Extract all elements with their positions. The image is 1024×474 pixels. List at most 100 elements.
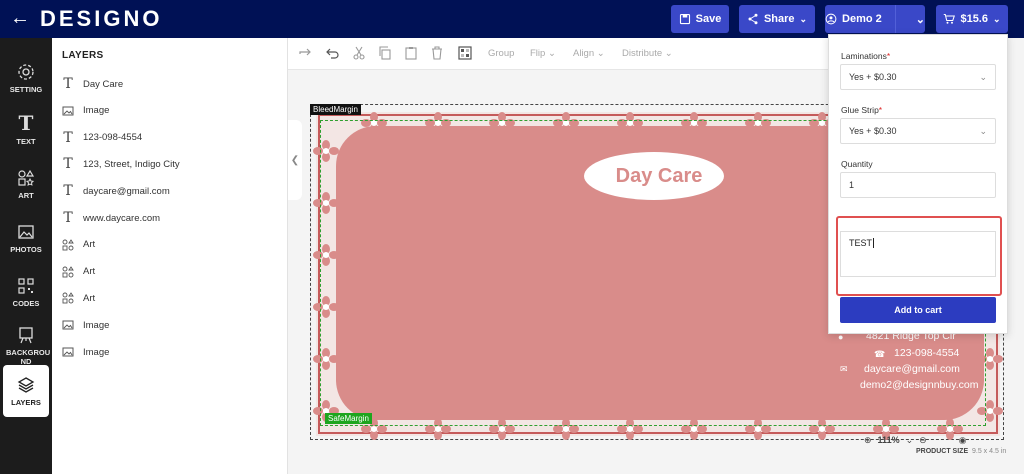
image-icon — [62, 319, 74, 331]
text-cursor — [873, 238, 875, 248]
glue-strip-select[interactable]: Yes + $0.30 ⌄ — [840, 118, 996, 144]
layer-item[interactable]: T 123, Street, Indigo City — [62, 155, 179, 173]
layer-label: Image — [83, 346, 110, 358]
layers-panel: LAYERS T Day Care Image T 123-098-4554 T 123, … — [52, 38, 288, 474]
laminations-select[interactable]: Yes + $0.30 ⌄ — [840, 64, 996, 90]
layer-label: Image — [83, 319, 110, 331]
glue-strip-label-text: Glue Strip — [841, 105, 879, 115]
daycare-logo[interactable]: Day Care — [584, 152, 724, 200]
rail-item-codes[interactable]: CODES — [0, 266, 52, 318]
layer-label: Art — [83, 239, 96, 251]
distribute-menu[interactable]: Distribute ⌄ — [622, 48, 673, 59]
rail-item-label: PHOTOS — [10, 244, 42, 254]
rail-item-label: BACKGROU ND — [6, 348, 51, 366]
layers-icon — [17, 376, 35, 394]
collapse-panel-button[interactable]: ❮ — [288, 120, 302, 200]
user-icon — [825, 13, 837, 25]
layer-item[interactable]: Art — [62, 289, 95, 307]
flip-menu[interactable]: Flip ⌄ — [530, 48, 556, 59]
chevron-down-icon[interactable]: ⌄ — [916, 13, 925, 26]
layers-title: LAYERS — [62, 50, 104, 61]
undo-icon[interactable] — [326, 46, 340, 60]
group-menu[interactable]: Group — [488, 48, 514, 59]
layer-item[interactable]: Tdaycare@gmail.com — [62, 182, 170, 200]
chevron-down-icon[interactable]: ⌄ — [906, 435, 914, 446]
align-menu[interactable]: Align ⌄ — [573, 48, 605, 59]
chevron-down-icon: ⌄ — [979, 72, 987, 82]
flip-label: Flip — [530, 48, 546, 59]
image-icon — [62, 105, 74, 117]
account-button[interactable]: Demo 2 ⌄ — [825, 5, 925, 33]
add-to-cart-button[interactable]: Add to cart — [840, 297, 996, 323]
product-size-value: 9.5 x 4.5 in — [972, 448, 1007, 455]
note-textarea[interactable]: TEST — [840, 231, 996, 277]
glue-strip-value: Yes + $0.30 — [849, 126, 897, 136]
preview-eye-icon[interactable]: ◉ — [959, 435, 967, 446]
rail-item-photos[interactable]: PHOTOS — [0, 212, 52, 264]
layer-item[interactable]: T 123-098-4554 — [62, 129, 142, 147]
shapes-icon — [62, 265, 74, 278]
text-icon: T — [63, 183, 73, 200]
account-label: Demo 2 — [842, 13, 882, 25]
delete-icon[interactable] — [430, 46, 444, 60]
transparency-icon[interactable] — [458, 46, 472, 60]
shapes-icon — [17, 169, 35, 187]
cart-icon — [944, 13, 956, 24]
rail-item-text[interactable]: T TEXT — [0, 104, 52, 156]
text-icon: T — [63, 76, 73, 92]
redo-icon[interactable] — [298, 46, 312, 60]
note-value: TEST — [849, 238, 873, 248]
layer-label: daycare@gmail.com — [83, 185, 170, 197]
rail-item-label: TEXT — [16, 136, 36, 146]
image-icon — [62, 346, 74, 358]
rail-item-label: LAYERS — [11, 397, 41, 407]
logo-text: Day Care — [615, 164, 703, 187]
layer-label: Image — [83, 105, 110, 117]
share-button[interactable]: Share ⌄ — [739, 5, 815, 33]
text-icon: T — [63, 210, 73, 226]
rail-item-label: CODES — [12, 298, 40, 308]
chevron-down-icon: ⌄ — [979, 126, 987, 136]
quantity-input[interactable]: 1 — [840, 172, 996, 198]
required-marker: * — [878, 105, 883, 115]
rail-item-label: ART — [18, 190, 34, 200]
laminations-label-text: Laminations — [841, 51, 887, 61]
layer-item[interactable]: Art — [62, 263, 95, 281]
easel-icon — [17, 326, 35, 344]
layer-item[interactable]: Art — [62, 236, 95, 254]
save-button[interactable]: Save — [671, 5, 729, 33]
app-logo: DESIGNO — [40, 6, 163, 31]
copy-icon[interactable] — [378, 46, 392, 60]
zoom-in-icon[interactable]: ⊕ — [864, 435, 872, 446]
cart-button[interactable]: $15.6 ⌄ — [936, 5, 1008, 33]
cart-total: $15.6 — [960, 13, 988, 25]
layer-label: www.daycare.com — [83, 212, 161, 224]
paste-icon[interactable] — [404, 46, 418, 60]
save-label: Save — [695, 13, 722, 25]
share-label: Share — [763, 13, 795, 25]
chevron-left-icon: ❮ — [290, 154, 300, 166]
layer-item[interactable]: Image — [62, 343, 109, 361]
email-text[interactable]: daycare@gmail.com — [864, 363, 960, 375]
back-arrow-icon[interactable]: ← — [10, 7, 30, 29]
phone-text[interactable]: 123-098-4554 — [894, 347, 959, 359]
email-icon: ✉ — [840, 364, 848, 374]
cut-icon[interactable] — [352, 46, 366, 60]
zoom-level[interactable]: 111% — [878, 435, 900, 445]
top-bar: ← DESIGNO Save Share ⌄ Demo 2 ⌄ $15.6 ⌄ — [0, 0, 1024, 38]
zoom-out-icon[interactable]: ⊖ — [919, 435, 927, 446]
quantity-label: Quantity — [841, 159, 873, 169]
layer-item[interactable]: T Day Care — [62, 75, 123, 93]
chevron-down-icon: ⌄ — [799, 13, 808, 24]
text-icon: T — [63, 156, 73, 173]
rail-item-setting[interactable]: SETTING — [0, 52, 52, 104]
layer-item[interactable]: Image — [62, 102, 109, 120]
rail-item-layers[interactable]: LAYERS — [3, 365, 49, 417]
layer-item[interactable]: Twww.daycare.com — [62, 209, 160, 227]
website-text[interactable]: demo2@designnbuy.com — [860, 379, 978, 391]
edit-toolbar: Group Flip ⌄ Align ⌄ Distribute ⌄ — [288, 38, 828, 70]
rail-item-art[interactable]: ART — [0, 158, 52, 210]
tool-rail: SETTING T TEXT ART PHOTOS CODES BACKGROU… — [0, 38, 52, 474]
layer-item[interactable]: Image — [62, 316, 109, 334]
zoom-controls: ⊕ 111% ⌄ ⊖ ◉ — [864, 432, 967, 448]
